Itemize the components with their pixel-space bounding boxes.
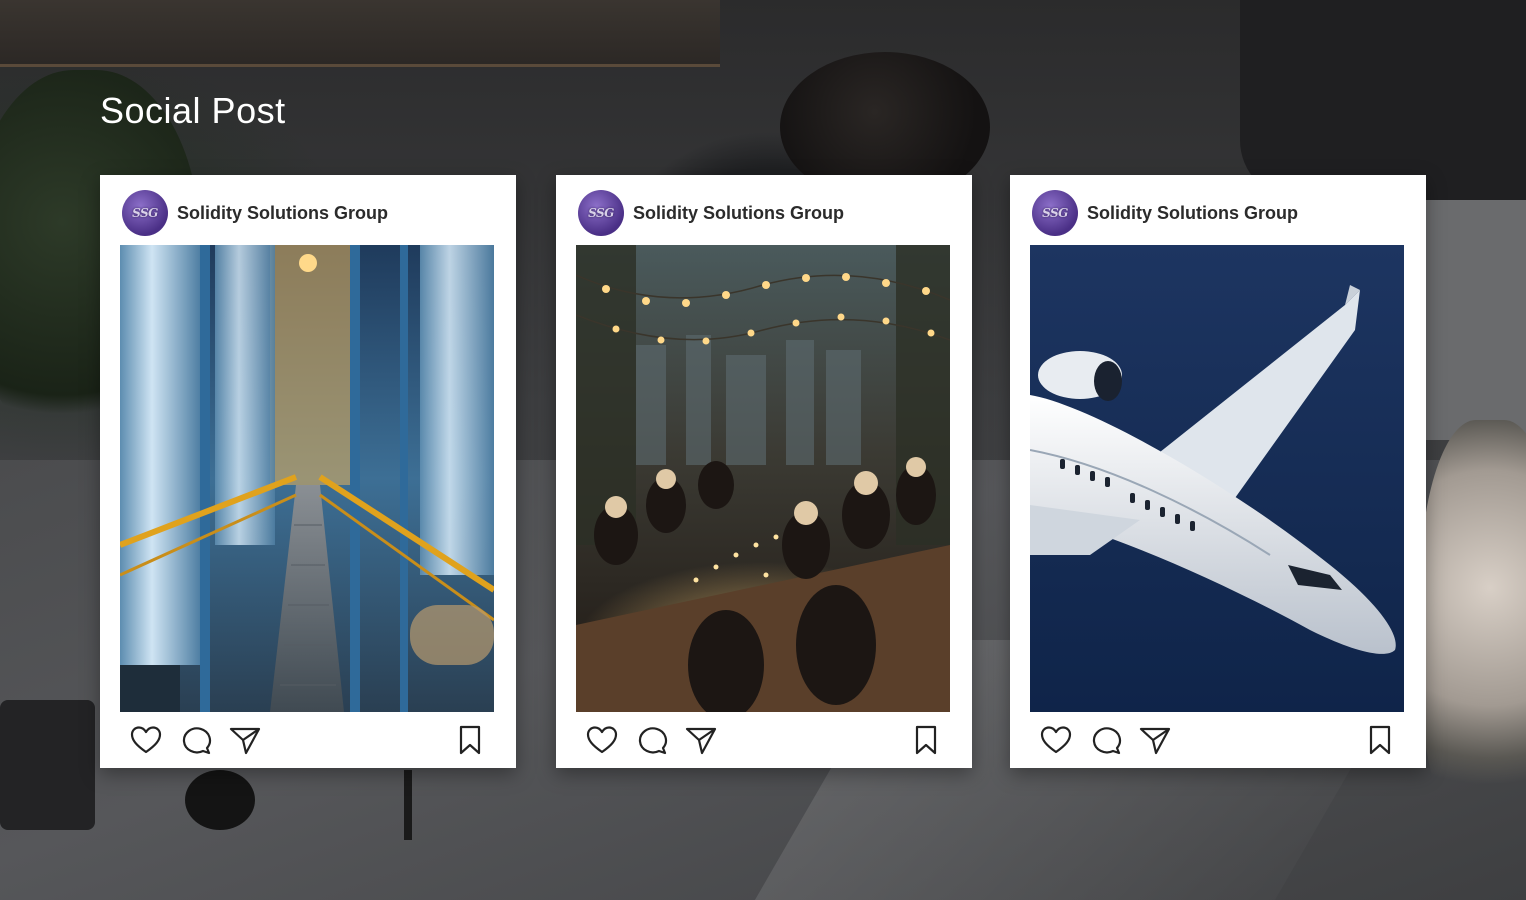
rooftop-dinner-party-photo xyxy=(576,245,950,712)
avatar-logo-text: SSG xyxy=(132,206,158,220)
page-title: Social Post xyxy=(100,90,286,131)
private-jet-over-ocean-photo xyxy=(1030,245,1404,712)
bookmark-icon[interactable] xyxy=(454,725,486,755)
social-post-card: SSG Solidity Solutions Group xyxy=(556,175,972,768)
chair-back xyxy=(1240,0,1526,200)
avatar[interactable]: SSG xyxy=(578,190,624,236)
account-name[interactable]: Solidity Solutions Group xyxy=(177,203,388,224)
post-actions xyxy=(1040,725,1396,755)
heart-icon[interactable] xyxy=(586,725,618,755)
post-header: SSG Solidity Solutions Group xyxy=(1032,190,1298,236)
paper-plane-icon[interactable] xyxy=(229,725,261,755)
desk-object xyxy=(0,700,95,830)
industrial-plant-walkway-photo xyxy=(120,245,494,712)
camera-lens xyxy=(185,770,255,830)
post-actions xyxy=(130,725,486,755)
speech-bubble-icon[interactable] xyxy=(636,725,668,755)
avatar-logo-text: SSG xyxy=(588,206,614,220)
speech-bubble-icon[interactable] xyxy=(1090,725,1122,755)
bookmark-icon[interactable] xyxy=(1364,725,1396,755)
speech-bubble-icon[interactable] xyxy=(180,725,212,755)
heart-icon[interactable] xyxy=(1040,725,1072,755)
avatar[interactable]: SSG xyxy=(1032,190,1078,236)
post-header: SSG Solidity Solutions Group xyxy=(122,190,388,236)
heart-icon[interactable] xyxy=(130,725,162,755)
flower-bouquet xyxy=(1420,420,1526,840)
post-actions xyxy=(586,725,942,755)
pen xyxy=(404,770,412,840)
social-post-card: SSG Solidity Solutions Group xyxy=(100,175,516,768)
avatar[interactable]: SSG xyxy=(122,190,168,236)
paper-sheet xyxy=(1420,200,1526,440)
bookmark-icon[interactable] xyxy=(910,725,942,755)
social-post-card: SSG Solidity Solutions Group xyxy=(1010,175,1426,768)
paper-plane-icon[interactable] xyxy=(1139,725,1171,755)
account-name[interactable]: Solidity Solutions Group xyxy=(633,203,844,224)
paper-plane-icon[interactable] xyxy=(685,725,717,755)
avatar-logo-text: SSG xyxy=(1042,206,1068,220)
account-name[interactable]: Solidity Solutions Group xyxy=(1087,203,1298,224)
post-header: SSG Solidity Solutions Group xyxy=(578,190,844,236)
